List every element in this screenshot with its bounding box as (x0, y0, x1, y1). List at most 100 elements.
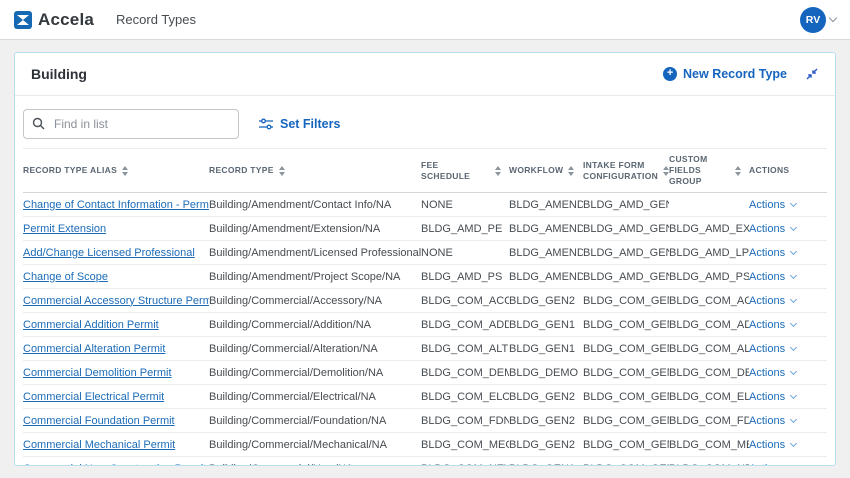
cell-actions: Actions (749, 313, 827, 337)
actions-label: Actions (749, 415, 785, 427)
cell-actions: Actions (749, 241, 827, 265)
column-label: RECORD TYPE (209, 165, 274, 176)
cell-fee-schedule: BLDG_AMD_PE (421, 217, 509, 241)
chevron-down-icon (790, 296, 797, 303)
cell-intake-form: BLDG_COM_GEN (583, 313, 669, 337)
record-type-alias-link[interactable]: Commercial New Construction Permit (23, 463, 206, 466)
column-header-fee[interactable]: FEE SCHEDULE (421, 149, 509, 193)
record-type-alias-link[interactable]: Commercial Addition Permit (23, 319, 159, 331)
cell-actions: Actions (749, 409, 827, 433)
plus-circle-icon: + (663, 67, 677, 81)
chevron-down-icon (790, 200, 797, 207)
cell-intake-form: BLDG_COM_GEN (583, 361, 669, 385)
cell-record-type: Building/Amendment/Licensed Professional… (209, 241, 421, 265)
record-type-alias-link[interactable]: Permit Extension (23, 223, 106, 235)
column-header-wf[interactable]: WORKFLOW (509, 149, 583, 193)
cell-workflow: BLDG_GEN1 (509, 337, 583, 361)
table-body: Change of Contact Information - PermitBu… (23, 193, 827, 466)
actions-menu-button[interactable]: Actions (749, 463, 796, 466)
cell-alias: Commercial Foundation Permit (23, 409, 209, 433)
actions-menu-button[interactable]: Actions (749, 247, 796, 259)
cell-actions: Actions (749, 385, 827, 409)
table-row: Commercial Electrical PermitBuilding/Com… (23, 385, 827, 409)
record-type-alias-link[interactable]: Commercial Accessory Structure Permit (23, 295, 209, 307)
actions-menu-button[interactable]: Actions (749, 343, 796, 355)
cell-intake-form: BLDG_AMD_GENERAL (583, 193, 669, 217)
cell-alias: Change of Scope (23, 265, 209, 289)
table-row: Commercial Addition Permit Building/Comme… (23, 313, 827, 337)
search-input[interactable] (23, 109, 239, 139)
column-header-cfg[interactable]: CUSTOM FIELDS GROUP (669, 149, 749, 193)
sort-icon[interactable] (495, 166, 501, 176)
cell-intake-form: BLDG_COM_GEN (583, 457, 669, 466)
cell-actions: Actions (749, 457, 827, 466)
actions-menu-button[interactable]: Actions (749, 391, 796, 403)
column-header-type[interactable]: RECORD TYPE (209, 149, 421, 193)
cell-record-type: Building/Commercial/Addition/NA (209, 313, 421, 337)
cell-record-type: Building/Commercial/Accessory/NA (209, 289, 421, 313)
cell-intake-form: BLDG_AMD_GENERAL (583, 217, 669, 241)
column-header-actions: ACTIONS (749, 149, 827, 193)
table-row: Commercial Alteration PermitBuilding/Com… (23, 337, 827, 361)
actions-label: Actions (749, 199, 785, 211)
cell-custom-fields: BLDG_COM_ACC (669, 289, 749, 313)
column-header-intake[interactable]: INTAKE FORM CONFIGURATION (583, 149, 669, 193)
accela-logo[interactable]: Accela (14, 10, 94, 30)
cell-alias: Commercial Demolition Permit (23, 361, 209, 385)
record-type-alias-link[interactable]: Change of Contact Information - Permit (23, 199, 209, 211)
actions-label: Actions (749, 391, 785, 403)
record-type-alias-link[interactable]: Commercial Foundation Permit (23, 415, 175, 427)
actions-menu-button[interactable]: Actions (749, 439, 796, 451)
actions-label: Actions (749, 367, 785, 379)
cell-intake-form: BLDG_AMD_GENERAL (583, 241, 669, 265)
cell-fee-schedule: NONE (421, 193, 509, 217)
column-header-alias[interactable]: RECORD TYPE ALIAS (23, 149, 209, 193)
record-type-alias-link[interactable]: Add/Change Licensed Professional (23, 247, 195, 259)
actions-label: Actions (749, 343, 785, 355)
record-type-alias-link[interactable]: Commercial Electrical Permit (23, 391, 164, 403)
table-row: Add/Change Licensed Professional Building… (23, 241, 827, 265)
column-label: INTAKE FORM CONFIGURATION (583, 160, 658, 182)
record-type-alias-link[interactable]: Commercial Mechanical Permit (23, 439, 175, 451)
cell-workflow: BLDG_GEN2 (509, 385, 583, 409)
cell-record-type: Building/Amendment/Extension/NA (209, 217, 421, 241)
sort-icon[interactable] (568, 166, 574, 176)
actions-menu-button[interactable]: Actions (749, 415, 796, 427)
cell-record-type: Building/Amendment/Project Scope/NA (209, 265, 421, 289)
building-card: Building + New Record Type (14, 52, 836, 466)
collapse-icon[interactable] (805, 67, 819, 81)
toolbar: Set Filters (15, 96, 835, 148)
record-type-alias-link[interactable]: Commercial Alteration Permit (23, 343, 165, 355)
avatar[interactable]: RV (800, 7, 826, 33)
table-row: Commercial Demolition PermitBuilding/Com… (23, 361, 827, 385)
table-row: Permit Extension Building/Amendment/Exten… (23, 217, 827, 241)
column-label: ACTIONS (749, 165, 789, 176)
cell-workflow: BLDG_AMEND (509, 217, 583, 241)
column-label: RECORD TYPE ALIAS (23, 165, 117, 176)
actions-menu-button[interactable]: Actions (749, 319, 796, 331)
new-record-type-button[interactable]: + New Record Type (663, 67, 787, 81)
actions-menu-button[interactable]: Actions (749, 223, 796, 235)
actions-label: Actions (749, 439, 785, 451)
cell-workflow: BLDG_GEN1 (509, 457, 583, 466)
set-filters-button[interactable]: Set Filters (259, 117, 340, 131)
sort-icon[interactable] (279, 166, 285, 176)
actions-menu-button[interactable]: Actions (749, 271, 796, 283)
cell-actions: Actions (749, 289, 827, 313)
actions-menu-button[interactable]: Actions (749, 295, 796, 307)
cell-fee-schedule: BLDG_COM_ACC (421, 289, 509, 313)
cell-workflow: BLDG_GEN2 (509, 409, 583, 433)
cell-actions: Actions (749, 361, 827, 385)
sort-icon[interactable] (735, 166, 741, 176)
actions-menu-button[interactable]: Actions (749, 199, 796, 211)
record-type-alias-link[interactable]: Commercial Demolition Permit (23, 367, 172, 379)
actions-menu-button[interactable]: Actions (749, 367, 796, 379)
cell-record-type: Building/Commercial/New/NA (209, 457, 421, 466)
sort-icon[interactable] (122, 166, 128, 176)
cell-record-type: Building/Commercial/Mechanical/NA (209, 433, 421, 457)
chevron-down-icon[interactable] (829, 14, 837, 22)
topbar: Accela Record Types RV (0, 0, 850, 40)
chevron-down-icon (790, 320, 797, 327)
cell-record-type: Building/Amendment/Contact Info/NA (209, 193, 421, 217)
record-type-alias-link[interactable]: Change of Scope (23, 271, 108, 283)
